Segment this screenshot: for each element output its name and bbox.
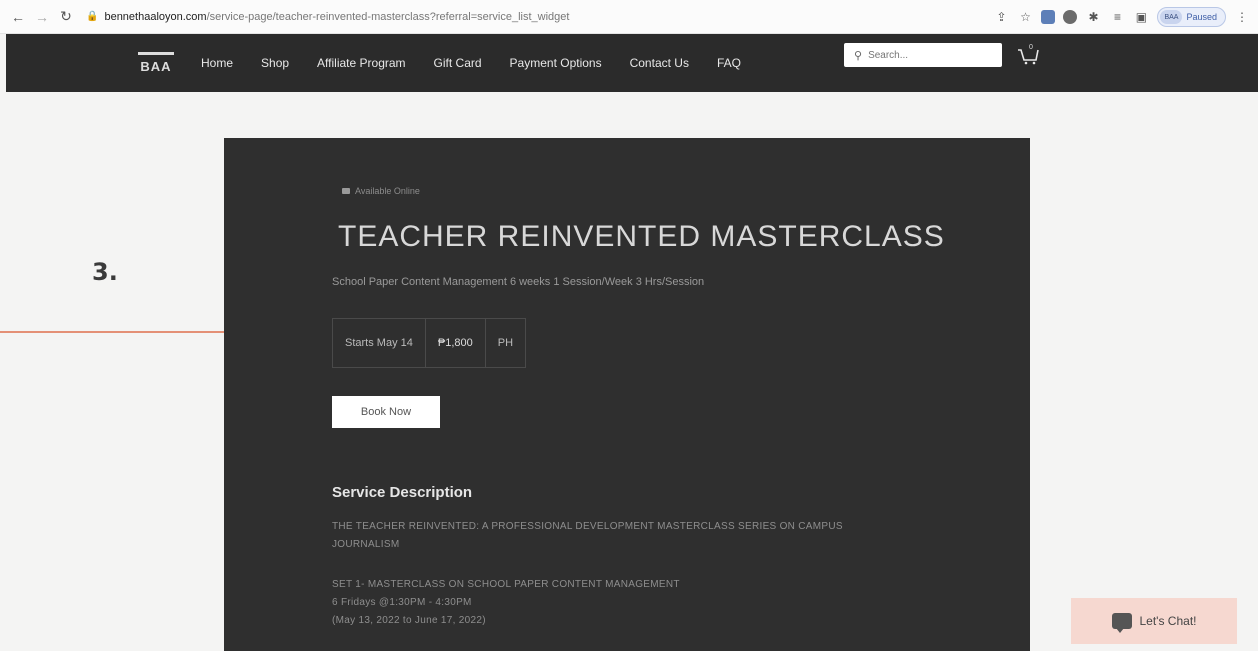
description-heading: Service Description xyxy=(332,484,473,501)
menu-kebab-icon[interactable]: ⋮ xyxy=(1234,10,1250,24)
reload-icon[interactable]: ↻ xyxy=(56,7,76,27)
start-date: Starts May 14 xyxy=(333,319,426,367)
site-header: BAA Home Shop Affiliate Program Gift Car… xyxy=(6,34,1258,92)
search-icon: ⚲ xyxy=(854,49,863,62)
lets-chat-button[interactable]: Let's Chat! xyxy=(1071,598,1237,644)
description-line-2: JOURNALISM xyxy=(332,539,400,550)
description-line-3: SET 1- MASTERCLASS ON SCHOOL PAPER CONTE… xyxy=(332,579,680,590)
extension-green-icon[interactable] xyxy=(1041,10,1056,24)
profile-button[interactable]: BAA Paused xyxy=(1157,7,1226,27)
service-subtitle: School Paper Content Management 6 weeks … xyxy=(332,276,705,288)
side-panel-icon[interactable]: ▣ xyxy=(1133,10,1149,24)
profile-status: Paused xyxy=(1186,12,1217,22)
description-line-1: THE TEACHER REINVENTED: A PROFESSIONAL D… xyxy=(332,521,843,532)
chat-bubble-icon xyxy=(1111,613,1132,633)
browser-toolbar: ← → ↻ 🔒 bennethaaloyon.com /service-page… xyxy=(0,0,1258,34)
forward-arrow-icon[interactable]: → xyxy=(32,7,52,27)
nav-payment-options[interactable]: Payment Options xyxy=(510,56,602,70)
back-arrow-icon[interactable]: ← xyxy=(8,7,28,27)
availability-text: Available Online xyxy=(355,186,420,196)
url-host: bennethaaloyon.com xyxy=(104,10,207,23)
chat-label: Let's Chat! xyxy=(1139,614,1197,628)
nav-faq[interactable]: FAQ xyxy=(717,56,741,70)
book-now-button[interactable]: Book Now xyxy=(332,396,440,428)
lock-icon: 🔒 xyxy=(86,11,99,22)
description-line-4: 6 Fridays @1:30PM - 4:30PM xyxy=(332,597,472,608)
video-camera-icon xyxy=(342,188,350,194)
service-card: Available Online TEACHER REINVENTED MAST… xyxy=(224,138,1030,651)
step-number: 3. xyxy=(92,258,118,286)
site-logo[interactable]: BAA xyxy=(138,52,174,74)
cart-icon[interactable]: 0 xyxy=(1016,44,1040,66)
availability-badge: Available Online xyxy=(342,186,420,196)
address-bar[interactable]: 🔒 bennethaaloyon.com /service-page/teach… xyxy=(86,6,569,28)
search-input[interactable] xyxy=(868,49,989,61)
price: ₱1,800 xyxy=(426,319,486,367)
description-line-5: (May 13, 2022 to June 17, 2022) xyxy=(332,615,486,626)
search-box[interactable]: ⚲ xyxy=(844,43,1002,67)
nav-home[interactable]: Home xyxy=(201,56,233,70)
nav-gift-card[interactable]: Gift Card xyxy=(434,56,482,70)
cart-count: 0 xyxy=(1029,44,1033,51)
nav-affiliate-program[interactable]: Affiliate Program xyxy=(317,56,405,70)
nav-shop[interactable]: Shop xyxy=(261,56,289,70)
nav-contact-us[interactable]: Contact Us xyxy=(630,56,689,70)
service-info-row: Starts May 14 ₱1,800 PH xyxy=(332,318,527,368)
main-nav: Home Shop Affiliate Program Gift Card Pa… xyxy=(201,34,769,92)
reading-list-icon[interactable]: ≡ xyxy=(1109,10,1125,24)
page-title: TEACHER REINVENTED MASTERCLASS xyxy=(338,220,945,253)
extension-blue-icon[interactable] xyxy=(1063,10,1078,24)
extension-tray: ⇪ ☆ ✱ ≡ ▣ BAA Paused ⋮ xyxy=(993,6,1250,28)
avatar: BAA xyxy=(1160,10,1183,24)
url-path: /service-page/teacher-reinvented-masterc… xyxy=(206,10,570,23)
share-icon[interactable]: ⇪ xyxy=(993,10,1009,24)
cart-glyph xyxy=(1018,49,1039,65)
bookmark-star-icon[interactable]: ☆ xyxy=(1017,10,1033,24)
location: PH xyxy=(497,337,514,349)
puzzle-icon[interactable]: ✱ xyxy=(1085,10,1101,24)
